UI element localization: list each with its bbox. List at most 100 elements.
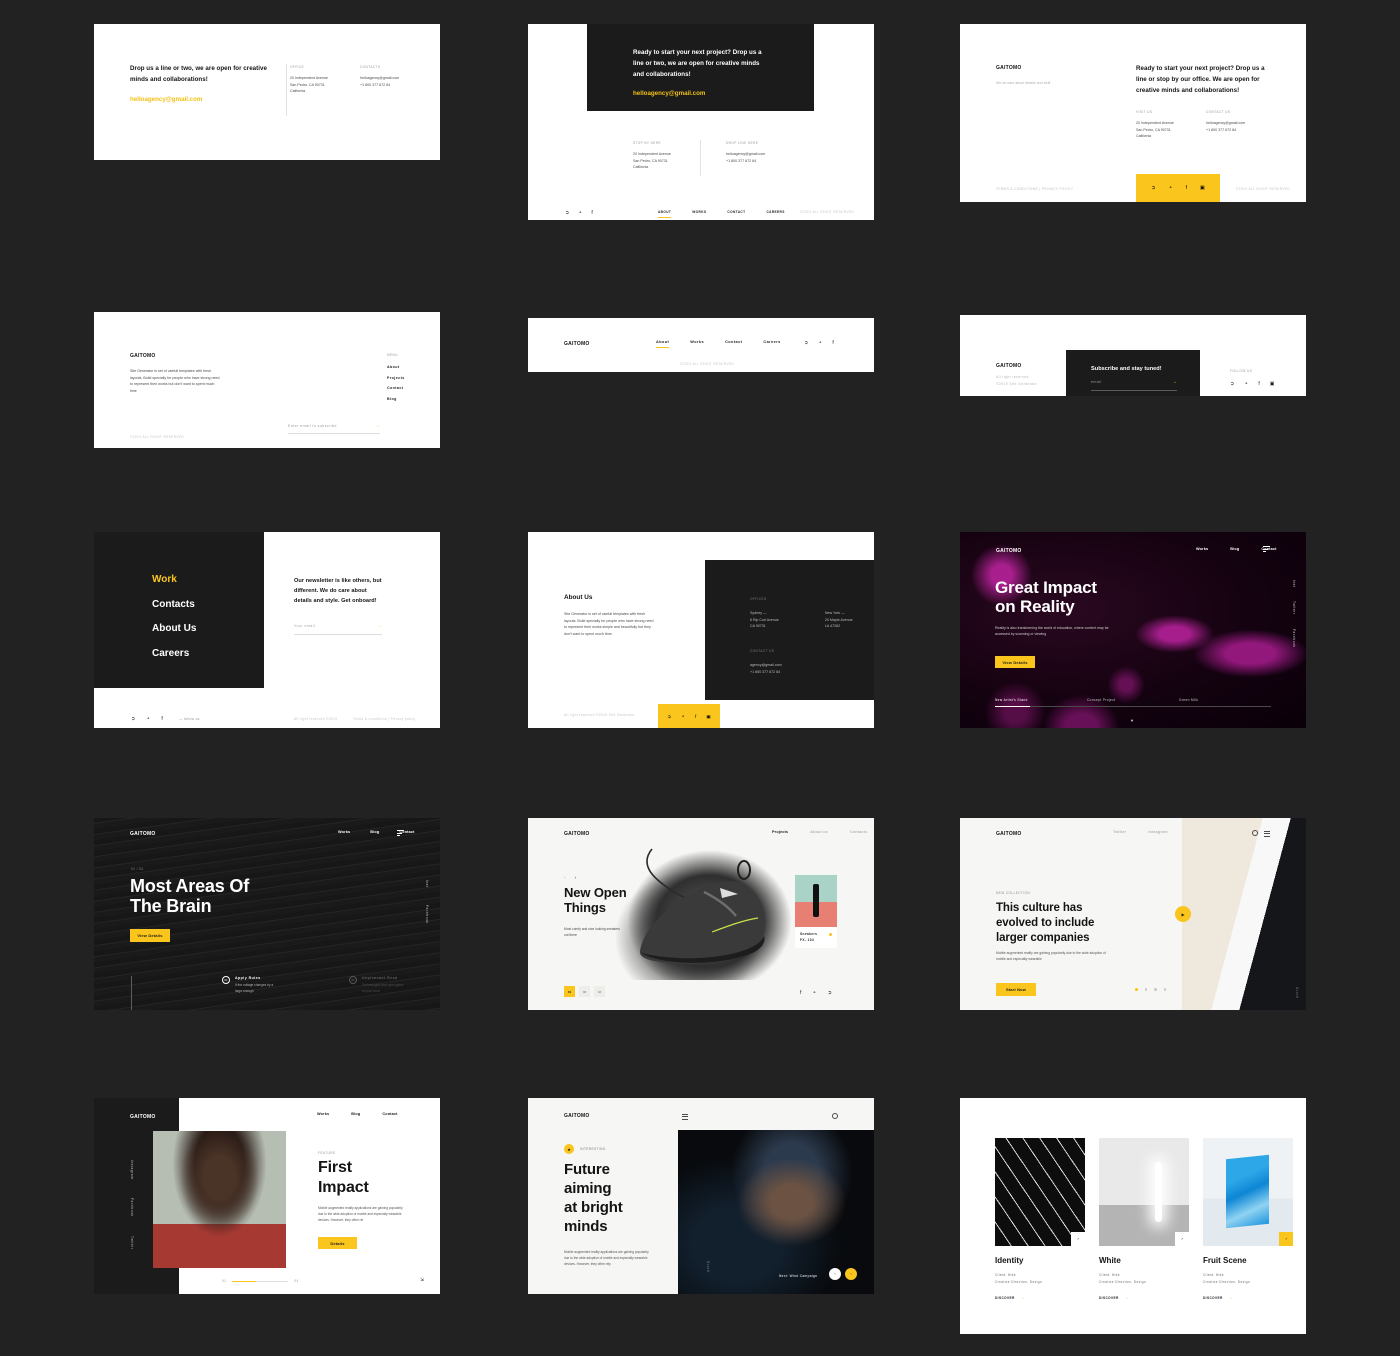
- search-icon[interactable]: [1252, 830, 1258, 836]
- legal-links[interactable]: Terms & conditions | Privacy policy: [353, 717, 415, 721]
- nav-item-about[interactable]: About: [656, 340, 670, 349]
- google-icon[interactable]: ⚬: [1244, 381, 1248, 387]
- instagram-icon[interactable]: ▣: [1200, 185, 1205, 191]
- nav-item-blog[interactable]: Blog: [370, 830, 379, 834]
- progress-track[interactable]: [232, 1280, 289, 1282]
- facebook-icon[interactable]: f: [1186, 185, 1187, 191]
- twitter-icon[interactable]: ➲: [565, 210, 569, 216]
- start-now-button[interactable]: Start Now: [996, 983, 1036, 996]
- google-icon[interactable]: ⚬: [812, 990, 816, 996]
- side-label-instagram[interactable]: Instagram: [130, 1160, 134, 1179]
- menu-icon[interactable]: [1264, 831, 1270, 837]
- carousel-dot[interactable]: [1144, 988, 1148, 991]
- nav-item-works[interactable]: Works: [317, 1112, 329, 1116]
- arrow-right-icon[interactable]: →: [1125, 1295, 1129, 1300]
- logo[interactable]: GAITOMO: [564, 831, 590, 837]
- nav-item-projects[interactable]: Projects: [772, 830, 788, 834]
- logo[interactable]: GAITOMO: [996, 363, 1037, 369]
- logo[interactable]: GAITOMO: [564, 1113, 590, 1119]
- nav-item-works[interactable]: Works: [338, 830, 350, 834]
- prev-arrow-icon[interactable]: ‹: [564, 875, 566, 880]
- logo[interactable]: GAITOMO: [996, 548, 1022, 554]
- twitter-icon[interactable]: ➲: [131, 716, 135, 722]
- details-button[interactable]: Details: [318, 1237, 357, 1249]
- menu-item-contacts[interactable]: Contacts: [152, 599, 196, 610]
- product-card[interactable]: Sneakers FX- 104: [795, 875, 837, 948]
- arrow-right-icon[interactable]: →: [1229, 1295, 1233, 1300]
- legal-links[interactable]: Terms & conditions | Privacy policy: [996, 187, 1073, 191]
- contact-email[interactable]: agency@gmail.com: [750, 662, 782, 669]
- google-icon[interactable]: ⚬: [818, 340, 822, 346]
- facebook-icon[interactable]: f: [161, 716, 162, 722]
- pager-01[interactable]: 01: [564, 986, 575, 997]
- arrow-right-icon[interactable]: →: [1021, 1295, 1025, 1300]
- facebook-icon[interactable]: f: [695, 714, 696, 719]
- menu-item-careers[interactable]: Careers: [152, 648, 196, 659]
- side-label-inst[interactable]: Inst: [425, 880, 429, 887]
- google-icon[interactable]: ⚬: [146, 716, 150, 722]
- email-input[interactable]: email →: [1091, 380, 1177, 391]
- nav-item-contact[interactable]: Contact: [382, 1112, 397, 1116]
- arrow-right-icon[interactable]: →: [377, 624, 382, 629]
- play-button[interactable]: ▶: [1175, 906, 1191, 922]
- facebook-icon[interactable]: f: [591, 210, 592, 216]
- feature-card[interactable]: 01 Apply Rules If the voltage changes by…: [222, 976, 279, 995]
- arrow-right-icon[interactable]: →: [375, 424, 380, 429]
- follow-label[interactable]: — follow us: [179, 717, 200, 721]
- project-item[interactable]: Concept Project: [1087, 698, 1179, 707]
- nav-item-contacts[interactable]: Contacts: [850, 830, 867, 834]
- instagram-icon[interactable]: ▣: [706, 714, 710, 720]
- pager-02[interactable]: 02: [579, 986, 590, 997]
- carousel-dot[interactable]: [1163, 988, 1167, 991]
- carousel-dot[interactable]: [1135, 988, 1138, 991]
- next-arrow-icon[interactable]: ›: [575, 875, 577, 880]
- email-input[interactable]: Your email →: [294, 624, 382, 635]
- logo[interactable]: GAITOMO: [130, 831, 156, 837]
- share-icon[interactable]: ⇲: [420, 1277, 424, 1283]
- expand-icon[interactable]: ↗: [1175, 1232, 1189, 1246]
- logo[interactable]: GAITOMO: [996, 831, 1022, 837]
- email-link[interactable]: helloagency@gmail.com: [130, 96, 282, 103]
- facebook-icon[interactable]: f: [800, 990, 801, 996]
- contact-phone[interactable]: +1 800 377 672 84: [1206, 127, 1278, 134]
- project-item[interactable]: New Artist's Stand: [995, 698, 1087, 707]
- project-card[interactable]: ↗ Identity Client: Nike Creative Directi…: [995, 1138, 1085, 1300]
- project-card[interactable]: ↗ Fruit Scene Client: Nike Creative Dire…: [1203, 1138, 1293, 1300]
- nav-item-blog[interactable]: Blog: [351, 1112, 360, 1116]
- menu-item-about-us[interactable]: About Us: [152, 623, 196, 634]
- view-details-button[interactable]: View Details: [130, 929, 170, 942]
- feature-card[interactable]: 02 Unpleasant Read Technologies that ope…: [349, 976, 406, 995]
- footer-nav-careers[interactable]: CAREERS: [766, 210, 784, 218]
- side-label-twitter[interactable]: Twitter: [130, 1236, 134, 1249]
- google-icon[interactable]: ⚬: [578, 210, 582, 216]
- prev-button[interactable]: ‹: [829, 1268, 841, 1280]
- carousel-dot[interactable]: [1154, 988, 1157, 991]
- next-button[interactable]: ›: [845, 1268, 857, 1280]
- logo[interactable]: GAITOMO: [130, 353, 226, 359]
- view-details-button[interactable]: View Details: [995, 656, 1035, 668]
- arrow-right-icon[interactable]: →: [1172, 380, 1177, 385]
- google-icon[interactable]: ⚬: [681, 714, 685, 720]
- expand-icon[interactable]: ↗: [1071, 1232, 1085, 1246]
- nav-item-contact[interactable]: Contact: [725, 340, 742, 348]
- menu-icon[interactable]: [397, 830, 404, 837]
- nav-item-about-us[interactable]: About us: [810, 830, 828, 834]
- side-label-facebook[interactable]: Facebook: [425, 905, 429, 924]
- logo[interactable]: GAITOMO: [130, 1114, 156, 1120]
- discover-link[interactable]: DISCOVER: [995, 1296, 1015, 1300]
- logo[interactable]: GAITOMO: [996, 65, 1092, 71]
- footer-nav-works[interactable]: WORKS: [692, 210, 706, 218]
- menu-item-about[interactable]: About: [387, 365, 405, 369]
- project-card[interactable]: ↗ White Client: Nike Creative Direction,…: [1099, 1138, 1189, 1300]
- twitter-icon[interactable]: ➲: [804, 340, 808, 346]
- scroll-down-icon[interactable]: ▼: [1130, 718, 1134, 723]
- menu-item-work[interactable]: Work: [152, 574, 196, 585]
- google-icon[interactable]: ⚬: [1168, 185, 1172, 191]
- contact-phone[interactable]: +1 800 377 672 84: [360, 82, 432, 89]
- twitter-icon[interactable]: ➲: [1151, 185, 1155, 191]
- project-item[interactable]: Green Milk: [1179, 698, 1271, 707]
- side-label-inst[interactable]: Inst: [1292, 580, 1296, 587]
- twitter-icon[interactable]: ➲: [1230, 381, 1234, 387]
- expand-icon[interactable]: ↗: [1279, 1232, 1293, 1246]
- discover-link[interactable]: DISCOVER: [1203, 1296, 1223, 1300]
